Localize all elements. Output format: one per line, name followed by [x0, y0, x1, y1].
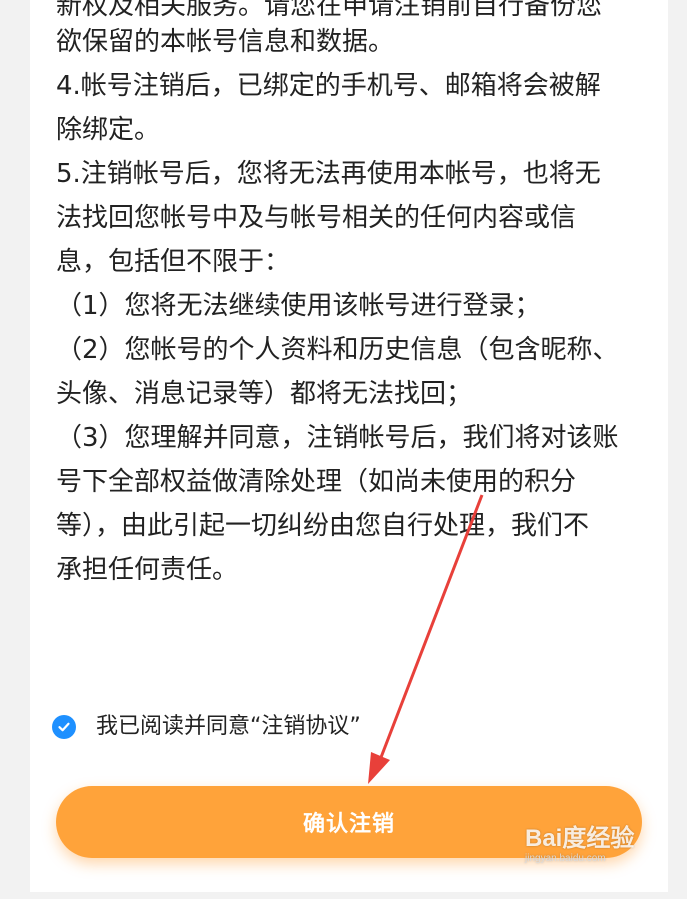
- terms-line: 头像、消息记录等）都将无法找回；: [56, 379, 473, 409]
- terms-line: 欲保留的本帐号信息和数据。: [56, 27, 395, 57]
- terms-line: 等），由此引起一切纠纷由您自行处理，我们不: [56, 511, 590, 541]
- agreement-label: 我已阅读并同意“注销协议”: [96, 714, 361, 739]
- terms-line: 法找回您帐号中及与帐号相关的任何内容或信: [56, 203, 577, 233]
- check-circle-icon[interactable]: [52, 715, 76, 739]
- terms-line: 4.帐号注销后，已绑定的手机号、邮箱将会被解: [56, 71, 601, 101]
- terms-line: 息，包括但不限于：: [56, 247, 291, 277]
- terms-line: 承担任何责任。: [56, 555, 239, 585]
- watermark-url: jingyan.baidu.com: [525, 853, 606, 864]
- terms-line: （2）您帐号的个人资料和历史信息（包含昵称、: [56, 335, 619, 365]
- watermark-logo: Bai度经验: [525, 825, 635, 852]
- terms-line: （3）您理解并同意，注销帐号后，我们将对该账: [56, 423, 619, 453]
- terms-line: （1）您将无法继续使用该帐号进行登录；: [56, 291, 541, 321]
- terms-text: 欲保留的本帐号信息和数据。 4.帐号注销后，已绑定的手机号、邮箱将会被解 除绑定…: [56, 20, 656, 592]
- terms-line: 号下全部权益做清除处理（如尚未使用的积分: [56, 467, 577, 497]
- terms-line: 除绑定。: [56, 115, 161, 145]
- agreement-row[interactable]: 我已阅读并同意“注销协议”: [52, 712, 361, 742]
- baidu-jingyan-watermark: Bai度经验 jingyan.baidu.com: [525, 826, 665, 866]
- checkmark-icon: [58, 722, 70, 732]
- terms-line: 5.注销帐号后，您将无法再使用本帐号，也将无: [56, 159, 601, 189]
